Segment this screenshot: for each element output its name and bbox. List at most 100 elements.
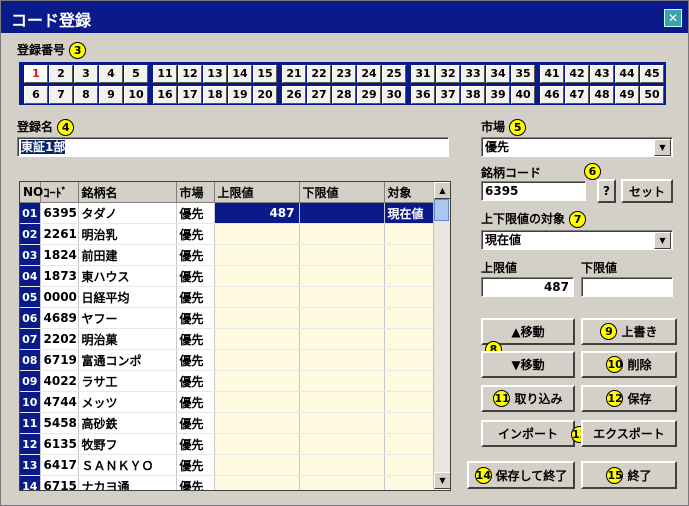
cell-market[interactable]: 優先 (176, 202, 215, 224)
number-button-24[interactable]: 24 (357, 65, 381, 83)
cell-upper[interactable] (214, 391, 300, 413)
number-button-33[interactable]: 33 (461, 65, 485, 83)
cell-name[interactable]: メッツ (78, 391, 177, 413)
cell-no[interactable]: 01 (20, 202, 41, 224)
cell-code[interactable]: 1873 (40, 265, 79, 287)
table-row[interactable]: 02 2261 明治乳 優先 (20, 223, 435, 245)
cell-target[interactable] (384, 454, 435, 476)
cell-name[interactable]: 高砂鉄 (78, 412, 177, 434)
table-row[interactable]: 08 6719 富通コンポ 優先 (20, 349, 435, 371)
cell-market[interactable]: 優先 (176, 454, 215, 476)
number-button-9[interactable]: 9 (99, 86, 123, 104)
cell-lower[interactable] (299, 286, 385, 308)
cell-name[interactable]: ナカヨ通 (78, 475, 177, 490)
column-header[interactable]: 下限値 (299, 182, 385, 203)
column-header[interactable]: 銘柄名 (78, 182, 177, 203)
cell-upper[interactable] (214, 433, 300, 455)
cell-target[interactable] (384, 391, 435, 413)
cell-lower[interactable] (299, 412, 385, 434)
cell-code[interactable]: 4022 (40, 370, 79, 392)
chevron-down-icon[interactable]: ▼ (654, 232, 671, 249)
cell-upper[interactable] (214, 475, 300, 490)
move-down-button[interactable]: ▼移動 (481, 351, 575, 378)
number-button-43[interactable]: 43 (590, 65, 614, 83)
number-button-40[interactable]: 40 (511, 86, 535, 104)
number-button-4[interactable]: 4 (99, 65, 123, 83)
number-button-32[interactable]: 32 (436, 65, 460, 83)
number-button-38[interactable]: 38 (461, 86, 485, 104)
number-button-13[interactable]: 13 (203, 65, 227, 83)
cell-name[interactable]: ヤフー (78, 307, 177, 329)
cell-code[interactable]: 2202 (40, 328, 79, 350)
cell-market[interactable]: 優先 (176, 391, 215, 413)
cell-target[interactable] (384, 307, 435, 329)
lower-limit-input[interactable] (581, 277, 673, 297)
cell-lower[interactable] (299, 475, 385, 490)
cell-upper[interactable] (214, 223, 300, 245)
number-button-1[interactable]: 1 (24, 65, 48, 83)
column-header[interactable]: 上限値 (214, 182, 300, 203)
set-button[interactable]: セット (621, 179, 673, 203)
column-header[interactable]: 市場 (176, 182, 215, 203)
cell-lower[interactable] (299, 244, 385, 266)
table-row[interactable]: 09 4022 ラサ工 優先 (20, 370, 435, 392)
number-button-48[interactable]: 48 (590, 86, 614, 104)
cell-lower[interactable] (299, 370, 385, 392)
number-button-31[interactable]: 31 (411, 65, 435, 83)
delete-button[interactable]: 10 削除 (581, 351, 677, 378)
stock-code-input[interactable]: 6395 (481, 181, 586, 201)
scroll-down-icon[interactable]: ▼ (434, 472, 450, 489)
overwrite-button[interactable]: 9 上書き (581, 318, 677, 345)
cell-code[interactable]: 6719 (40, 349, 79, 371)
cell-code[interactable]: 5458 (40, 412, 79, 434)
cell-target[interactable] (384, 244, 435, 266)
number-button-42[interactable]: 42 (565, 65, 589, 83)
number-button-12[interactable]: 12 (178, 65, 202, 83)
number-button-22[interactable]: 22 (307, 65, 331, 83)
cell-market[interactable]: 優先 (176, 328, 215, 350)
cell-lower[interactable] (299, 391, 385, 413)
cell-no[interactable]: 06 (20, 307, 41, 329)
number-button-6[interactable]: 6 (24, 86, 48, 104)
cell-no[interactable]: 02 (20, 223, 41, 245)
save-button[interactable]: 12 保存 (581, 385, 677, 412)
cell-code[interactable]: 6135 (40, 433, 79, 455)
cell-market[interactable]: 優先 (176, 307, 215, 329)
number-button-20[interactable]: 20 (253, 86, 277, 104)
number-button-28[interactable]: 28 (332, 86, 356, 104)
cell-no[interactable]: 09 (20, 370, 41, 392)
number-button-5[interactable]: 5 (124, 65, 148, 83)
column-header[interactable]: 対象 (384, 182, 435, 203)
scroll-up-icon[interactable]: ▲ (434, 182, 450, 199)
table-row[interactable]: 03 1824 前田建 優先 (20, 244, 435, 266)
cell-market[interactable]: 優先 (176, 349, 215, 371)
cell-name[interactable]: 前田建 (78, 244, 177, 266)
cell-upper[interactable] (214, 307, 300, 329)
cell-lower[interactable] (299, 307, 385, 329)
cell-no[interactable]: 03 (20, 244, 41, 266)
cell-no[interactable]: 11 (20, 412, 41, 434)
cell-name[interactable]: 牧野フ (78, 433, 177, 455)
number-button-21[interactable]: 21 (282, 65, 306, 83)
cell-market[interactable]: 優先 (176, 412, 215, 434)
cell-no[interactable]: 04 (20, 265, 41, 287)
number-button-3[interactable]: 3 (74, 65, 98, 83)
number-button-41[interactable]: 41 (540, 65, 564, 83)
table-row[interactable]: 12 6135 牧野フ 優先 (20, 433, 435, 455)
cell-market[interactable]: 優先 (176, 475, 215, 490)
cell-name[interactable]: ＳＡＮＫＹＯ (78, 454, 177, 476)
cell-target[interactable] (384, 328, 435, 350)
number-button-23[interactable]: 23 (332, 65, 356, 83)
cell-upper[interactable] (214, 412, 300, 434)
number-button-37[interactable]: 37 (436, 86, 460, 104)
number-button-7[interactable]: 7 (49, 86, 73, 104)
number-button-10[interactable]: 10 (124, 86, 148, 104)
table-row[interactable]: 06 4689 ヤフー 優先 (20, 307, 435, 329)
cell-code[interactable]: 4689 (40, 307, 79, 329)
export-button[interactable]: エクスポート (581, 420, 677, 447)
cell-code[interactable]: 2261 (40, 223, 79, 245)
number-button-8[interactable]: 8 (74, 86, 98, 104)
cell-name[interactable]: 明治乳 (78, 223, 177, 245)
cell-no[interactable]: 14 (20, 475, 41, 490)
cell-target[interactable] (384, 286, 435, 308)
